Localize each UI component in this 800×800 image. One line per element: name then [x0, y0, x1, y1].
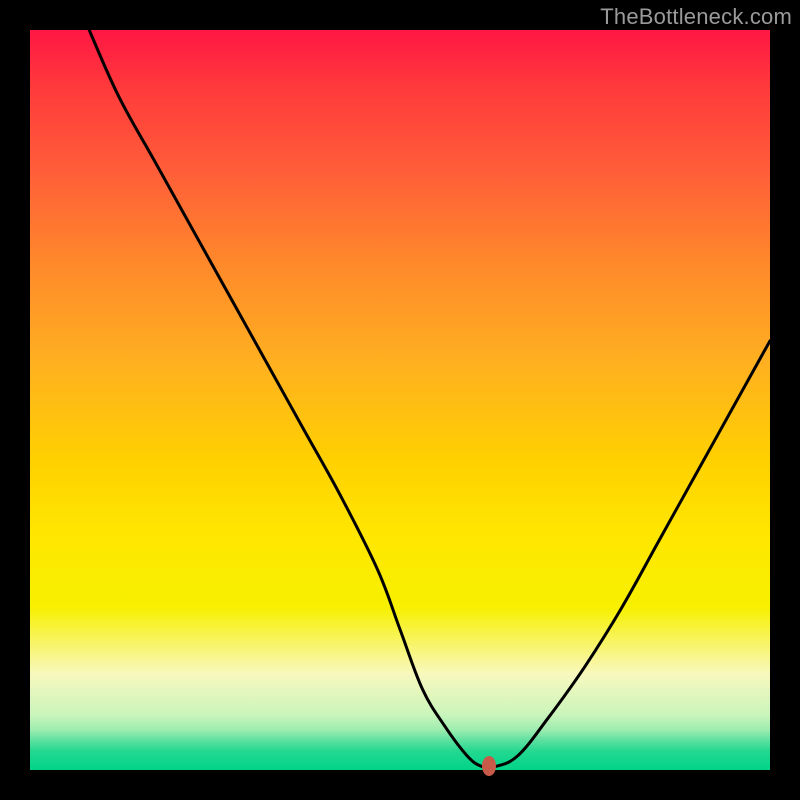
bottleneck-curve — [30, 30, 770, 770]
chart-frame: TheBottleneck.com — [0, 0, 800, 800]
watermark-text: TheBottleneck.com — [600, 4, 792, 30]
plot-area — [30, 30, 770, 770]
optimal-marker — [482, 756, 496, 776]
